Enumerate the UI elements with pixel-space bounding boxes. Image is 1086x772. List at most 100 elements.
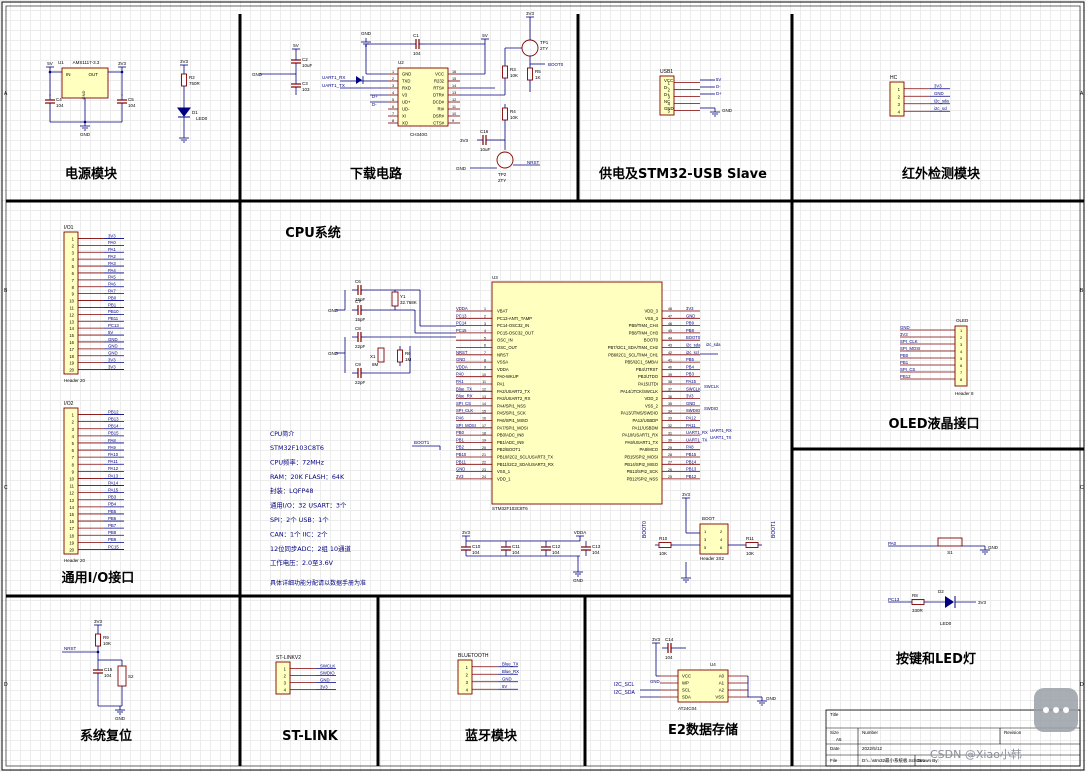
- d1-value: LED0: [196, 116, 208, 121]
- io1-header-pin-num: 14: [69, 326, 74, 331]
- stm32-net: PA11: [686, 423, 696, 428]
- stlink-header-net: GND: [320, 677, 330, 682]
- io2-header-net: PA14: [108, 480, 119, 485]
- R9-value: 10K: [103, 641, 111, 646]
- usb-net: D-: [716, 84, 721, 89]
- C6-ref: C6: [355, 279, 361, 284]
- stm32-pin-num: 32: [668, 424, 672, 428]
- cpu-info-line: RAM：20K FLASH：64K: [270, 473, 345, 481]
- io1-header-net: PB0: [108, 295, 117, 300]
- stm32-pin-num: 45: [668, 329, 672, 333]
- io1-header-net: PA1: [108, 247, 116, 252]
- stm32-net: VDDA: [456, 306, 468, 311]
- crystal-y1: [391, 291, 399, 307]
- cpu-info-line: 封装：LQFP48: [270, 486, 313, 495]
- stm32-pin-name: PB15/SPI2_MOSI: [624, 455, 658, 460]
- io2-header-net: PB6: [108, 516, 117, 521]
- io1-header-pin-num: 16: [69, 340, 74, 345]
- ch340g-pin-num: 13: [452, 91, 456, 95]
- ch340g-pin-num: 15: [452, 77, 456, 81]
- ir-title: 红外检测模块: [902, 166, 981, 182]
- d2-ref: D2: [938, 589, 944, 594]
- stm32-net: PB4: [686, 364, 695, 369]
- stm32-pin-name: PB4/JTRST: [636, 367, 659, 372]
- io1-header-pin-num: 15: [69, 333, 74, 338]
- io1-header-pin-num: 13: [69, 319, 74, 324]
- at24c04-pin-name: A1: [719, 681, 725, 686]
- stm32-net: GND: [686, 401, 695, 406]
- stm32-net: 3V3: [686, 306, 694, 311]
- R2-value: 750R: [189, 81, 201, 86]
- stm32-pin-num: 11: [482, 380, 486, 384]
- ch340g-pin-num: 16: [452, 70, 456, 74]
- C9-ref: C9: [355, 362, 361, 367]
- power-label: 5V: [482, 33, 488, 38]
- stm32-pin-num: 2: [484, 315, 486, 319]
- stm32-net: PB12: [686, 474, 697, 479]
- io1-header-net: PB10: [108, 309, 119, 314]
- chat-bubble-dot: [1043, 707, 1049, 713]
- stm32-pin-name: PA2/USART2_TX: [497, 389, 530, 394]
- stm32-pin-name: PB12/SPI2_NSS: [627, 476, 659, 481]
- C15-ref: C15: [104, 667, 113, 672]
- reset-title: 系统复位: [80, 728, 132, 744]
- ch340g-pin-num: 9: [452, 119, 454, 123]
- led-d1: [177, 107, 191, 117]
- stm32-pin-num: 23: [482, 468, 486, 472]
- io2-header-net: PB15: [108, 431, 119, 436]
- io1-header-net: PA4: [108, 268, 116, 273]
- stm32-pin-name: PB6/I2C1_SCL/TIM4_CH1: [608, 352, 658, 357]
- tb-title-label: Title: [830, 712, 839, 717]
- io2-header-pin-num: 13: [69, 498, 74, 503]
- reset-switch: [117, 665, 127, 687]
- stm32-pin-name: VSS_1: [497, 469, 511, 474]
- stm32-net: PA1: [456, 379, 464, 384]
- frame-row-label: A: [4, 91, 8, 97]
- led-net: PC13: [888, 597, 900, 602]
- R10-value: 10K: [659, 551, 667, 556]
- stm32-pin-num: 13: [482, 395, 486, 399]
- io2-header-net: PB7: [108, 523, 117, 528]
- oled-net: PB0: [900, 353, 909, 358]
- stm32-pin-num: 26: [668, 468, 672, 472]
- gnd-label: GND: [328, 308, 339, 313]
- power-label: 5V: [47, 61, 53, 66]
- io2-header-pin-num: 11: [70, 484, 75, 489]
- C8-value: 22pF: [355, 344, 366, 349]
- ch340g-pin-num: 1: [392, 70, 394, 74]
- C7-ref: C7: [355, 299, 361, 304]
- stm32-net: PC14: [456, 321, 467, 326]
- tb-number-label: Number: [862, 730, 879, 735]
- stm32-pin-num: 15: [482, 409, 486, 413]
- boot1-net: BOOT1: [414, 440, 430, 445]
- ir-header-net: i2c_sda: [934, 99, 949, 104]
- bluetooth-header-net: Blue_RX: [502, 669, 519, 674]
- stm32-pin-num: 4: [484, 329, 486, 333]
- power-title: 电源模块: [65, 166, 118, 182]
- at24c04-pin-name: VSS: [715, 695, 724, 700]
- stm32-net: UART1_TX: [686, 437, 708, 442]
- ch340g-pin-num: 12: [452, 98, 456, 102]
- io2-header-type: Header 20: [64, 558, 86, 563]
- R8-value: 330R: [912, 608, 924, 613]
- power-label: 3V3: [526, 11, 535, 16]
- stm32-net: UART1_RX: [686, 430, 708, 435]
- ch340g-pin-name: RTS#: [433, 86, 444, 91]
- stm32-pin-num: 33: [668, 417, 672, 421]
- ch340g-pin-name: DCD#: [433, 100, 445, 105]
- io1-header-net: 5V: [108, 330, 113, 335]
- regulator-ref: U1: [58, 60, 64, 65]
- io2-header-pin-num: 19: [69, 540, 74, 545]
- C9-value: 22pF: [355, 380, 366, 385]
- stm32-net: PA6: [456, 416, 464, 421]
- stm32-net: Blue_RX: [456, 394, 473, 399]
- stm32-pin-name: PA11/USBDM: [632, 425, 658, 430]
- stm32-pin-name: VSS_2: [645, 403, 659, 408]
- bluetooth-title: 蓝牙模块: [465, 728, 518, 744]
- C13-value: 104: [592, 550, 600, 555]
- io1-header-pin-num: 11: [70, 305, 75, 310]
- nrst-net: NRST: [527, 160, 540, 165]
- stm32-pin-num: 39: [668, 373, 672, 377]
- oled-net: SPI_CLK: [900, 339, 918, 344]
- io1-header-net: PA2: [108, 254, 116, 259]
